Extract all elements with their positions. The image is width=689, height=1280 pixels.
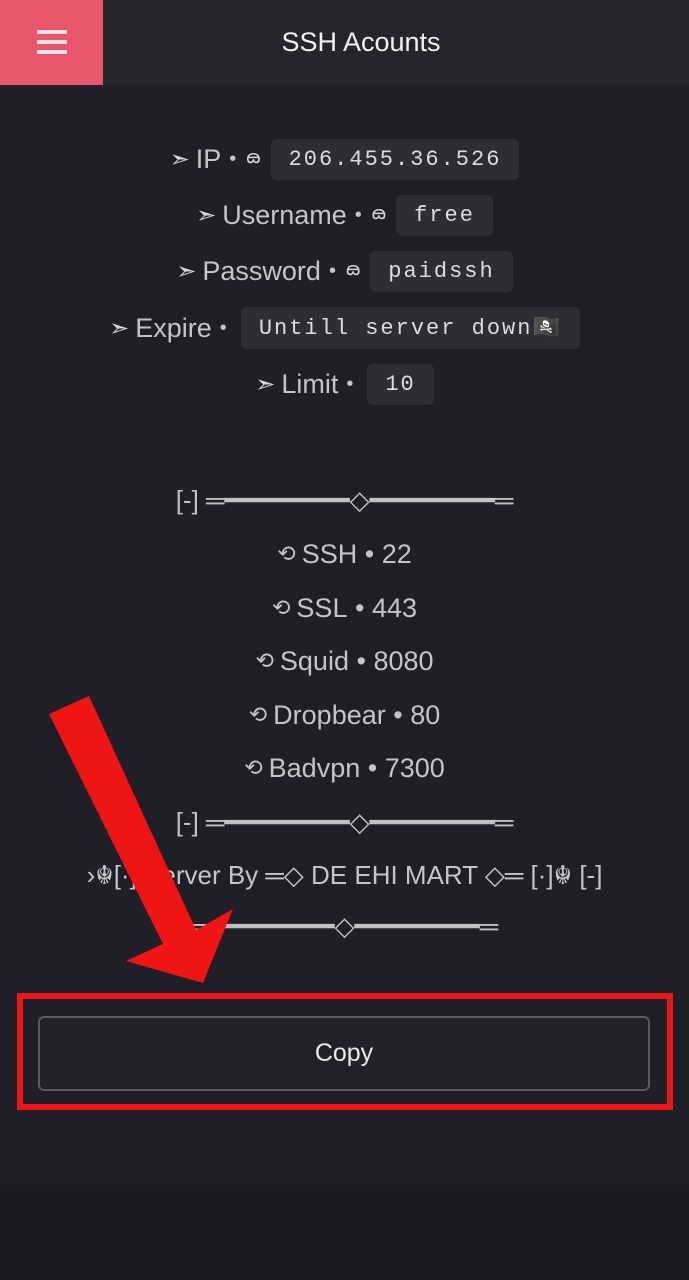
bottom-area <box>0 1185 689 1280</box>
annotation-arrow-icon <box>49 696 233 983</box>
